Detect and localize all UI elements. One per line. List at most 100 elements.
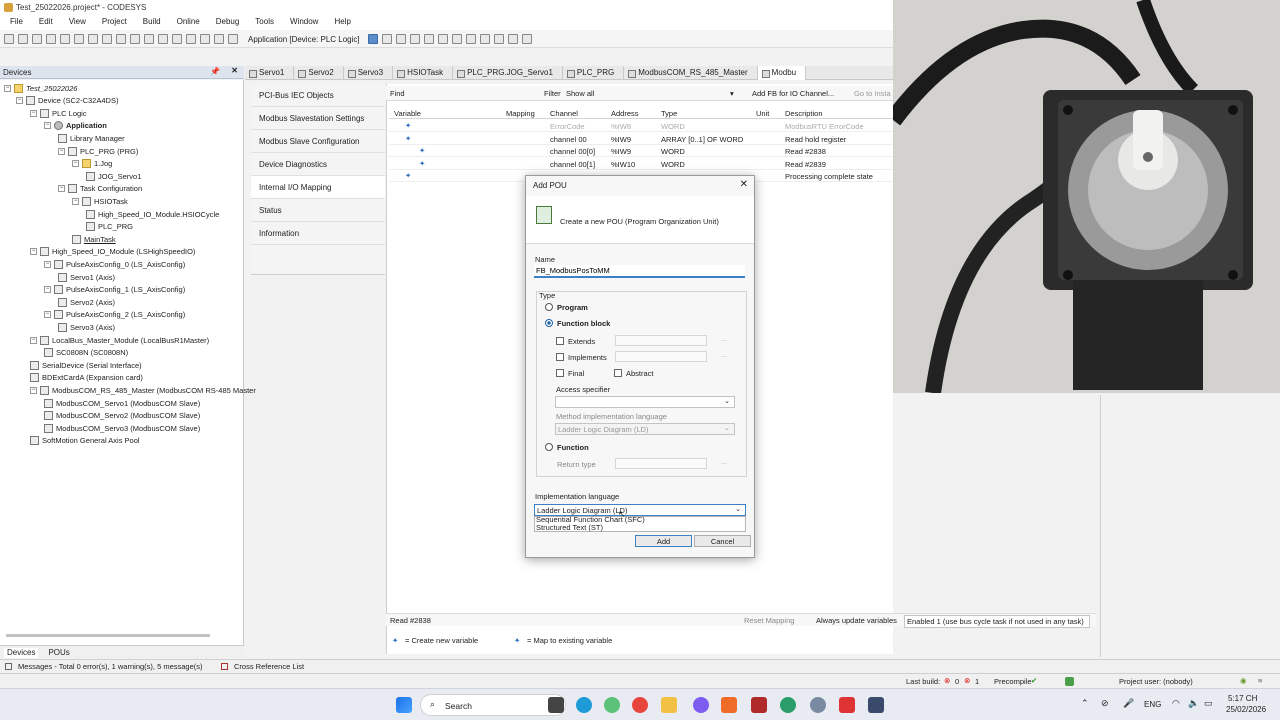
tab-hsiotask[interactable]: HSIOTask xyxy=(393,66,454,80)
tree-scrollbar[interactable] xyxy=(6,634,210,637)
menu-debug[interactable]: Debug xyxy=(216,17,240,30)
tree-item[interactable]: ModbusCOM_Servo1 (ModbusCOM Slave) xyxy=(44,397,200,409)
collapse-icon[interactable]: − xyxy=(44,311,51,319)
extends-checkbox[interactable] xyxy=(556,337,564,345)
step-over-icon[interactable] xyxy=(437,34,448,44)
tree-item[interactable]: BDExtCardA (Expansion card) xyxy=(30,372,143,384)
reset-mapping-button[interactable]: Reset Mapping xyxy=(744,616,794,625)
tree-item[interactable]: Library Manager xyxy=(58,132,125,144)
col-channel[interactable]: Channel xyxy=(550,109,578,118)
messenger-icon[interactable] xyxy=(693,697,709,713)
collapse-icon[interactable]: − xyxy=(44,286,51,294)
save-icon[interactable] xyxy=(32,34,42,44)
col-description[interactable]: Description xyxy=(785,109,823,118)
implements-browse-button[interactable]: ... xyxy=(721,352,727,359)
return-type-browse-button[interactable]: ... xyxy=(721,459,727,466)
tree-item[interactable]: Servo3 (Axis) xyxy=(58,321,115,333)
tree-item[interactable]: − Device (SC2-C32A4DS) xyxy=(16,95,118,107)
copilot-icon[interactable] xyxy=(604,697,620,713)
menu-help[interactable]: Help xyxy=(334,17,350,30)
final-checkbox[interactable] xyxy=(556,369,564,377)
tree-item[interactable]: − PulseAxisConfig_1 (LS_AxisConfig) xyxy=(44,284,185,296)
windows-start-icon[interactable] xyxy=(396,697,412,713)
extends-browse-button[interactable]: ... xyxy=(721,336,727,343)
write-values-icon[interactable] xyxy=(493,34,504,44)
close-icon[interactable]: ✕ xyxy=(231,66,238,75)
cancel-button[interactable]: Cancel xyxy=(694,535,751,547)
active-application-selector[interactable]: Application [Device: PLC Logic] xyxy=(248,35,360,44)
menu-edit[interactable]: Edit xyxy=(39,17,53,30)
tree-item[interactable]: − High_Speed_IO_Module (LSHighSpeedIO) xyxy=(30,246,195,258)
close-icon[interactable]: ✕ xyxy=(740,179,748,190)
edge-icon[interactable] xyxy=(576,697,592,713)
nav-slavestation-settings[interactable]: Modbus Slavestation Settings xyxy=(251,107,385,130)
step-out-icon[interactable] xyxy=(465,34,476,44)
extends-field[interactable] xyxy=(615,335,707,346)
tree-item[interactable]: SoftMotion General Axis Pool xyxy=(30,435,140,447)
nav-status[interactable]: Status xyxy=(251,199,385,222)
print-icon[interactable] xyxy=(46,34,56,44)
pou-name-input[interactable] xyxy=(534,265,745,278)
variable-icon[interactable]: ✦ xyxy=(405,121,411,130)
tab-servo2[interactable]: Servo2 xyxy=(294,66,344,80)
add-fb-button[interactable]: Add FB for IO Channel... xyxy=(752,89,834,98)
tree-item[interactable]: PLC_PRG xyxy=(86,221,133,233)
variable-icon[interactable]: ✦ xyxy=(405,134,411,143)
tree-item[interactable]: High_Speed_IO_Module.HSIOCycle xyxy=(86,208,219,220)
copy-icon[interactable] xyxy=(102,34,112,44)
tree-item[interactable]: Servo1 (Axis) xyxy=(58,271,115,283)
program-radio[interactable] xyxy=(545,303,553,311)
table-row[interactable]: ✦ channel 00 %IW9 ARRAY [0..1] OF WORD Read … xyxy=(389,133,893,145)
language-label[interactable]: ENG xyxy=(1144,700,1161,709)
network-off-icon[interactable]: ⊘ xyxy=(1101,698,1109,709)
filter-dropdown-icon[interactable]: ▾ xyxy=(730,89,734,98)
new-project-icon[interactable] xyxy=(4,34,14,44)
menu-online[interactable]: Online xyxy=(177,17,200,30)
codesys-icon[interactable] xyxy=(751,697,767,713)
redo-icon[interactable] xyxy=(74,34,84,44)
tree-item[interactable]: − 1.Jog xyxy=(72,158,112,170)
add-button[interactable]: Add xyxy=(635,535,692,547)
battery-icon[interactable]: ▭ xyxy=(1204,698,1213,709)
chrome-icon[interactable] xyxy=(632,697,648,713)
option-st[interactable]: Structured Text (ST) xyxy=(536,523,603,532)
col-unit[interactable]: Unit xyxy=(756,109,769,118)
build-icon[interactable] xyxy=(214,34,224,44)
display-mode-icon[interactable] xyxy=(521,34,532,44)
pin-icon[interactable]: 📌 xyxy=(210,67,220,76)
menu-build[interactable]: Build xyxy=(143,17,161,30)
tab-devices[interactable]: Devices xyxy=(4,648,39,658)
menu-window[interactable]: Window xyxy=(290,17,318,30)
collapse-icon[interactable]: − xyxy=(16,97,23,105)
reset-icon[interactable] xyxy=(423,34,434,44)
wifi-icon[interactable]: ◠ xyxy=(1172,698,1180,709)
collapse-icon[interactable]: − xyxy=(58,185,65,193)
tab-plc-prg[interactable]: PLC_PRG xyxy=(563,66,625,80)
menu-project[interactable]: Project xyxy=(102,17,127,30)
tree-item[interactable]: − HSIOTask xyxy=(72,195,128,207)
menu-view[interactable]: View xyxy=(69,17,86,30)
start-icon[interactable] xyxy=(395,34,406,44)
paste-icon[interactable] xyxy=(116,34,126,44)
menu-tools[interactable]: Tools xyxy=(255,17,274,30)
calculator-icon[interactable] xyxy=(868,697,884,713)
volume-icon[interactable]: 🔈 xyxy=(1188,698,1199,709)
collapse-icon[interactable]: − xyxy=(44,260,51,268)
gear-app-icon[interactable] xyxy=(810,697,826,713)
access-specifier-select[interactable]: ⌄ xyxy=(555,396,735,408)
function-label[interactable]: Function xyxy=(557,443,589,452)
goto-instance-button[interactable]: Go to Insta xyxy=(854,89,891,98)
menu-file[interactable]: File xyxy=(10,17,23,30)
settings-icon[interactable]: ≡ xyxy=(1258,676,1262,685)
function-block-radio[interactable] xyxy=(545,319,553,327)
col-variable[interactable]: Variable xyxy=(394,109,421,118)
tree-item[interactable]: − ModbusCOM_RS_485_Master (ModbusCOM RS-4… xyxy=(30,384,256,396)
variable-icon[interactable]: ✦ xyxy=(419,159,425,168)
function-radio[interactable] xyxy=(545,443,553,451)
delete-icon[interactable] xyxy=(130,34,140,44)
nav-internal-io-mapping[interactable]: Internal I/O Mapping xyxy=(251,176,385,199)
cut-icon[interactable] xyxy=(88,34,98,44)
collapse-icon[interactable]: − xyxy=(30,336,37,344)
collapse-icon[interactable]: − xyxy=(30,248,37,256)
tab-pous[interactable]: POUs xyxy=(48,648,69,658)
